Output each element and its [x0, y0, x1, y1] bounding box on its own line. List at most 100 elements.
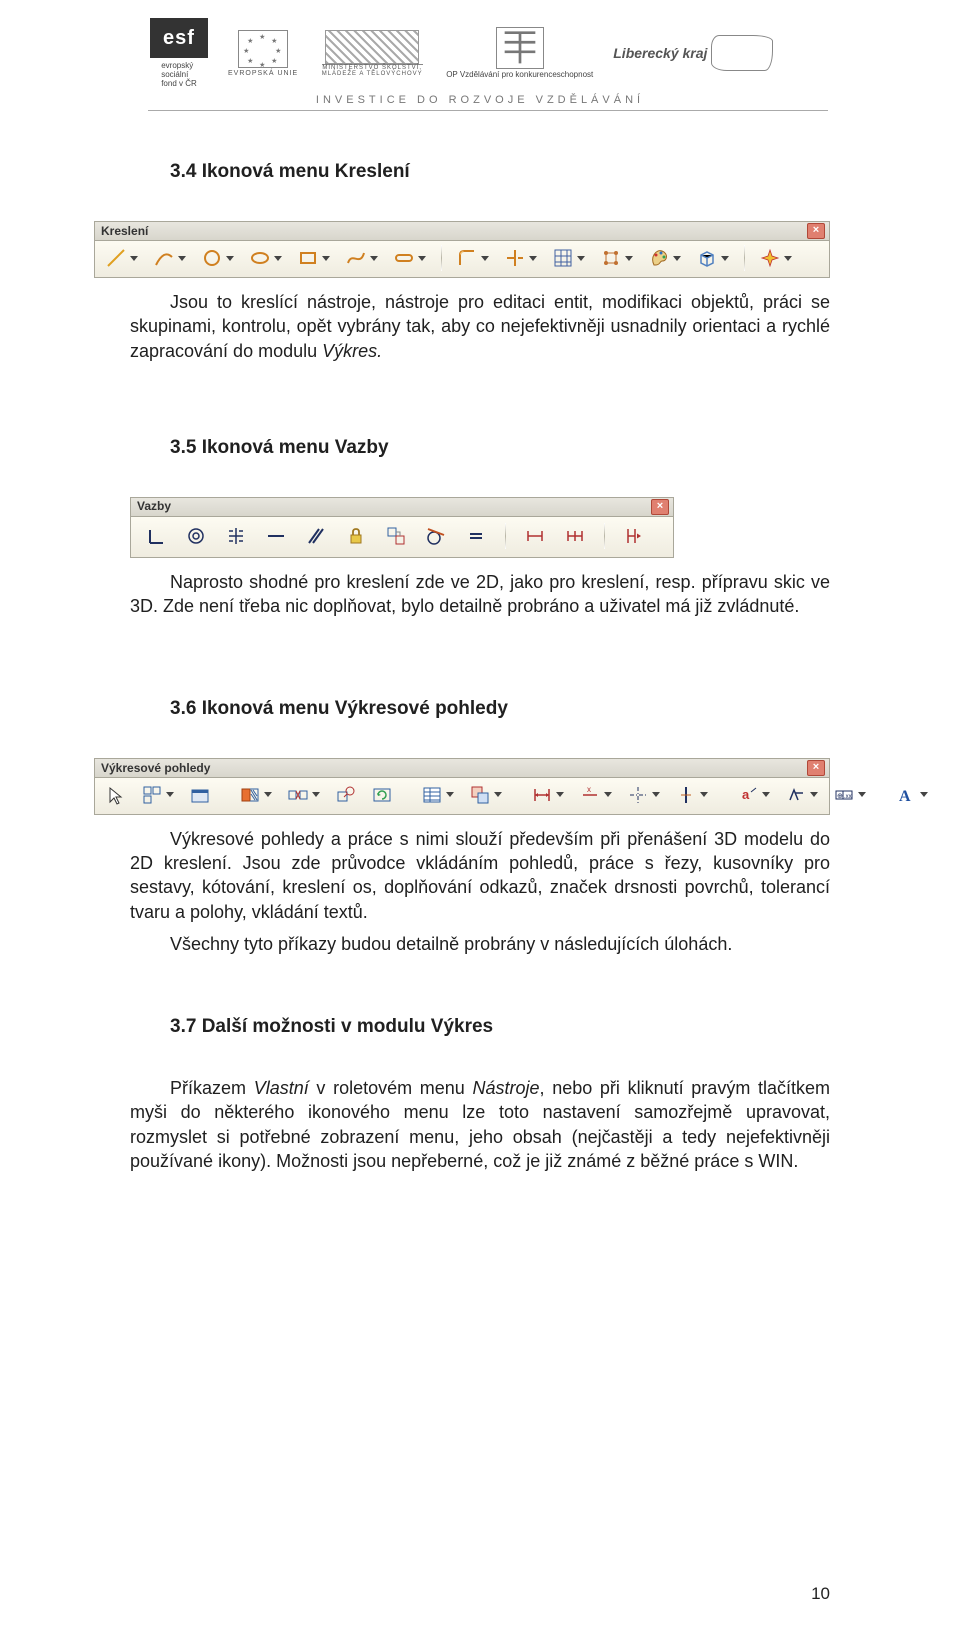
- msmt-emblem-icon: [325, 30, 419, 64]
- page-number: 10: [811, 1584, 830, 1604]
- dim-x-icon: x: [579, 784, 601, 806]
- horizontal-icon: [265, 525, 287, 547]
- svg-text:.xx: .xx: [844, 794, 852, 800]
- toolbar-title: Výkresové pohledy: [101, 760, 210, 776]
- fillet-icon: [456, 247, 478, 269]
- op-logo: OP Vzdělávání pro konkurenceschopnost: [446, 27, 593, 80]
- constraint-tangent[interactable]: [423, 523, 449, 549]
- refresh-icon: [371, 784, 393, 806]
- constraint-equal[interactable]: [463, 523, 489, 549]
- constraint-parallel[interactable]: [303, 523, 329, 549]
- section-icon: [239, 784, 261, 806]
- wizard-icon: [189, 784, 211, 806]
- eu-logo: EVROPSKÁ UNIE: [228, 30, 298, 77]
- chevron-down-icon: [369, 251, 379, 265]
- chevron-down-icon: [624, 251, 634, 265]
- chevron-down-icon: [555, 788, 565, 802]
- tool-spline[interactable]: [343, 245, 381, 271]
- toolbar-pohledy: Výkresové pohledy ×: [94, 758, 830, 815]
- heading-34: 3.4 Ikonová menu Kreslení: [170, 159, 830, 185]
- dim-smart-icon: [531, 784, 553, 806]
- chevron-down-icon: [672, 251, 682, 265]
- line-icon: [105, 247, 127, 269]
- view-center[interactable]: [673, 782, 711, 808]
- tool-3d[interactable]: [694, 245, 732, 271]
- chevron-down-icon: [129, 251, 139, 265]
- tool-trim[interactable]: [502, 245, 540, 271]
- chevron-down-icon: [177, 251, 187, 265]
- constraint-coincident[interactable]: [143, 523, 169, 549]
- chevron-down-icon: [225, 251, 235, 265]
- chevron-down-icon: [311, 788, 321, 802]
- view-detail[interactable]: [333, 782, 359, 808]
- constraint-align[interactable]: [621, 523, 647, 549]
- close-icon[interactable]: ×: [651, 499, 669, 515]
- op-label: OP Vzdělávání pro konkurenceschopnost: [446, 71, 593, 80]
- tool-pattern[interactable]: [598, 245, 636, 271]
- constraint-symmetric[interactable]: [223, 523, 249, 549]
- esf-flag-icon: esf: [150, 18, 208, 58]
- svg-text:x: x: [587, 785, 591, 794]
- axis-icon: [627, 784, 649, 806]
- op-icon: [496, 27, 544, 69]
- tool-rectangle[interactable]: [295, 245, 333, 271]
- tool-circle[interactable]: [199, 245, 237, 271]
- view-layers[interactable]: [467, 782, 505, 808]
- dim-x[interactable]: x: [577, 782, 615, 808]
- view-bom[interactable]: [419, 782, 457, 808]
- tangent-icon: [425, 525, 447, 547]
- heading-36: 3.6 Ikonová menu Výkresové pohledy: [170, 696, 830, 722]
- tool-fillet[interactable]: [454, 245, 492, 271]
- tool-hatch[interactable]: [550, 245, 588, 271]
- arc-icon: [153, 247, 175, 269]
- annot-balloon[interactable]: a: [735, 782, 773, 808]
- circle-icon: [201, 247, 223, 269]
- view-wizard[interactable]: [187, 782, 213, 808]
- chevron-down-icon: [480, 251, 490, 265]
- tool-ellipse[interactable]: [247, 245, 285, 271]
- rectangle-icon: [297, 247, 319, 269]
- svg-text:⊕: ⊕: [837, 793, 843, 800]
- tool-color[interactable]: [646, 245, 684, 271]
- chevron-down-icon: [809, 788, 819, 802]
- esf-logo: esf evropský sociální fond v ČR: [150, 18, 208, 88]
- view-principal[interactable]: [139, 782, 177, 808]
- dim-smart[interactable]: [529, 782, 567, 808]
- annot-text[interactable]: A: [893, 782, 931, 808]
- chevron-down-icon: [699, 788, 709, 802]
- kraj-text: Liberecký kraj: [613, 45, 707, 61]
- concentric-icon: [185, 525, 207, 547]
- chevron-down-icon: [651, 788, 661, 802]
- view-section[interactable]: [237, 782, 275, 808]
- tool-measure[interactable]: [757, 245, 795, 271]
- header-subtitle: INVESTICE DO ROZVOJE VZDĚLÁVÁNÍ: [0, 88, 960, 110]
- view-update[interactable]: [369, 782, 395, 808]
- bom-table-icon: [421, 784, 443, 806]
- tool-slot[interactable]: [391, 245, 429, 271]
- dimension-mid-icon: [564, 525, 586, 547]
- tool-arc[interactable]: [151, 245, 189, 271]
- chevron-down-icon: [321, 251, 331, 265]
- constraint-lock[interactable]: [343, 523, 369, 549]
- close-icon[interactable]: ×: [807, 223, 825, 239]
- para-35: Naprosto shodné pro kreslení zde ve 2D, …: [130, 570, 830, 619]
- constraint-dim-mid[interactable]: [562, 523, 588, 549]
- toolbar-title: Vazby: [137, 498, 171, 514]
- pattern-icon: [600, 247, 622, 269]
- view-axis[interactable]: [625, 782, 663, 808]
- svg-text:A: A: [899, 788, 911, 805]
- equal-icon: [465, 525, 487, 547]
- tool-line[interactable]: [103, 245, 141, 271]
- constraint-dim-h[interactable]: [522, 523, 548, 549]
- slot-icon: [393, 247, 415, 269]
- constraint-concentric[interactable]: [183, 523, 209, 549]
- annot-tolerance[interactable]: ⊕.xx: [831, 782, 869, 808]
- close-icon[interactable]: ×: [807, 760, 825, 776]
- view-broken[interactable]: [285, 782, 323, 808]
- constraint-group[interactable]: [383, 523, 409, 549]
- annot-surface[interactable]: [783, 782, 821, 808]
- constraint-horizontal[interactable]: [263, 523, 289, 549]
- surface-finish-icon: [785, 784, 807, 806]
- view-cursor[interactable]: [103, 782, 129, 808]
- svg-text:a: a: [742, 787, 750, 802]
